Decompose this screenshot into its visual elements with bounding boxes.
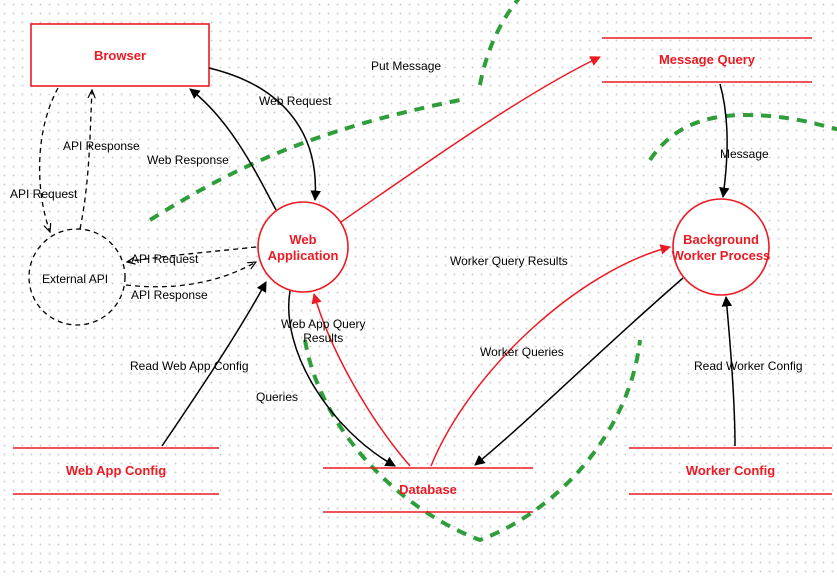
edge-worker-query-results[interactable] xyxy=(431,247,670,466)
edge-web-app-query-results[interactable] xyxy=(314,294,410,466)
edge-api-request-browser[interactable] xyxy=(40,88,58,232)
node-database[interactable] xyxy=(323,468,533,512)
node-web-app-config[interactable] xyxy=(13,448,219,494)
node-web-application[interactable] xyxy=(258,202,348,292)
node-browser[interactable] xyxy=(31,24,209,86)
edge-read-worker-config[interactable] xyxy=(726,297,735,446)
node-worker-config[interactable] xyxy=(629,448,832,494)
edge-read-web-app-config[interactable] xyxy=(162,282,266,446)
node-background-worker[interactable] xyxy=(673,199,769,295)
edge-message[interactable] xyxy=(720,84,727,197)
edge-api-response-app[interactable] xyxy=(126,262,256,287)
edge-api-response-browser[interactable] xyxy=(80,90,92,229)
node-message-query[interactable] xyxy=(602,38,812,82)
node-external-api[interactable] xyxy=(29,229,125,325)
edge-web-response[interactable] xyxy=(190,89,276,210)
edge-queries[interactable] xyxy=(289,291,395,466)
edge-worker-queries[interactable] xyxy=(475,278,683,465)
edge-put-message[interactable] xyxy=(341,57,600,222)
edge-web-request[interactable] xyxy=(209,68,315,200)
diagram-canvas[interactable] xyxy=(0,0,837,579)
edge-api-request-app[interactable] xyxy=(127,247,256,262)
